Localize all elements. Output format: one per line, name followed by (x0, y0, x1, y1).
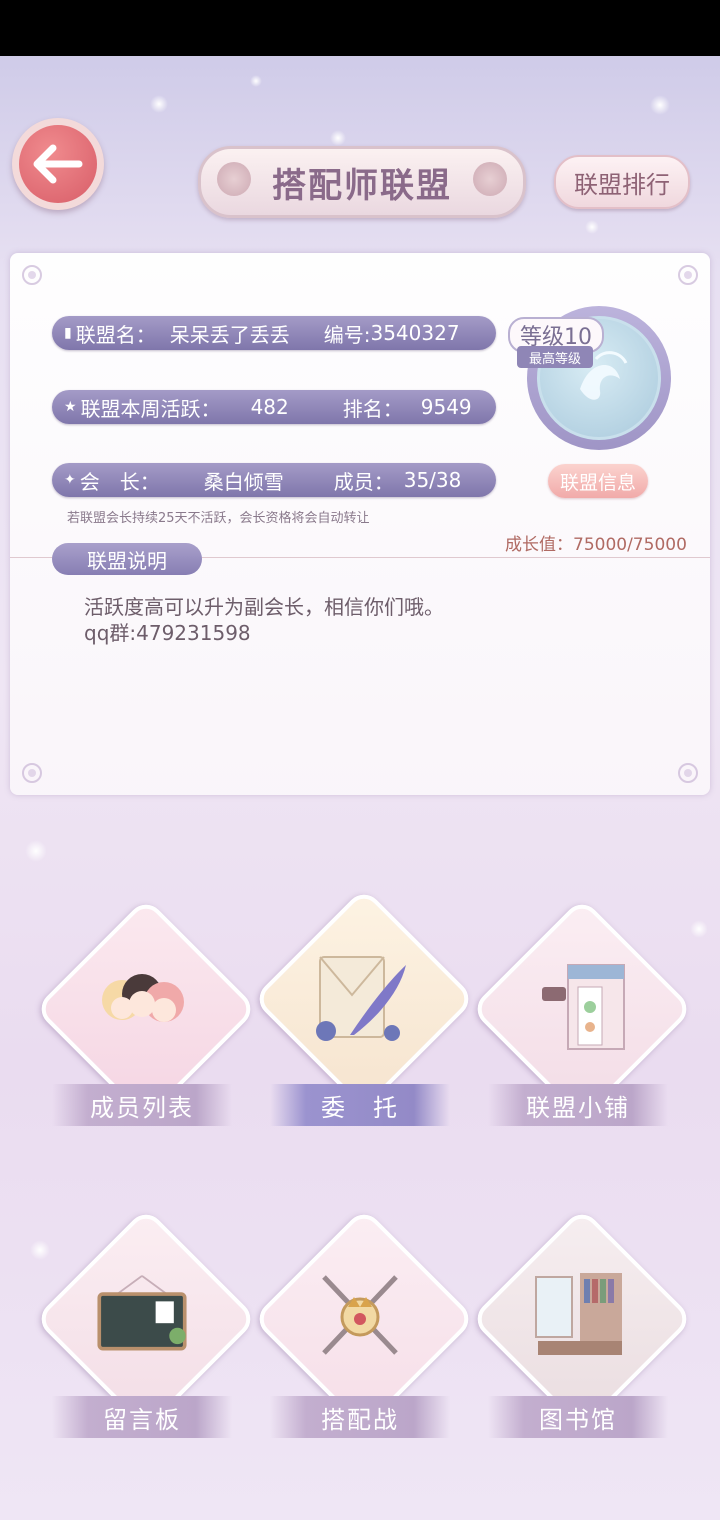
sparkle-decoration (30, 1240, 50, 1260)
max-level-tag: 最高等级 (517, 346, 593, 368)
status-bar (0, 0, 720, 56)
alliance-info-button[interactable]: 联盟信息 (548, 464, 648, 498)
floral-corner-icon (678, 763, 698, 783)
menu-message-board[interactable]: 留言板 (34, 1207, 258, 1442)
alliance-description: 活跃度高可以升为副会长，相信你们哦。 qq群:479231598 (84, 594, 444, 646)
weekly-activity-value: 482 (250, 395, 289, 419)
menu-label: 委 托 (270, 1084, 450, 1126)
menu-label: 搭配战 (270, 1396, 450, 1438)
page-title-banner: 搭配师联盟 (198, 146, 526, 218)
sparkle-decoration (690, 920, 708, 938)
rose-ornament-icon (217, 162, 251, 196)
menu-styling-battle[interactable]: 搭配战 (252, 1207, 476, 1442)
sparkle-decoration (250, 75, 262, 87)
crossed-swords-crest-icon (310, 1270, 410, 1360)
sparkle-decoration (25, 840, 47, 862)
leader-value: 桑白倾雪 (203, 469, 284, 494)
floral-corner-icon (22, 763, 42, 783)
library-icon (528, 1270, 628, 1360)
sparkle-decoration (650, 95, 670, 115)
members-label: 成员： (333, 469, 394, 494)
weekly-activity-label: 联盟本周活跃： (80, 396, 221, 421)
growth-value: 成长值：75000/75000 (505, 535, 687, 555)
members-value: 35/38 (403, 468, 462, 492)
menu-member-list[interactable]: 成员列表 (34, 897, 258, 1130)
alliance-name-row: ▮ 联盟名： 呆呆丢了丢丢 编号: 3540327 (52, 316, 496, 350)
sparkle-decoration (330, 130, 346, 146)
alliance-name-label: 联盟名： (75, 322, 156, 347)
members-illustration-icon (92, 960, 192, 1050)
description-line: qq群:479231598 (84, 621, 251, 645)
rank-value: 9549 (420, 395, 472, 419)
description-line: 活跃度高可以升为副会长，相信你们哦。 (84, 595, 444, 619)
menu-label: 成员列表 (52, 1084, 232, 1126)
menu-commission[interactable]: 委 托 (252, 887, 476, 1130)
rose-ornament-icon (473, 162, 507, 196)
alliance-id-value: 3540327 (370, 321, 460, 345)
sparkle-decoration (150, 95, 168, 113)
leader-label: 会 长： (79, 469, 160, 494)
leader-row: ✦ 会 长： 桑白倾雪 成员： 35/38 (52, 463, 496, 497)
envelope-quill-icon (310, 950, 410, 1041)
menu-alliance-shop[interactable]: 联盟小铺 (470, 897, 694, 1130)
star-icon: ★ (64, 399, 77, 415)
leader-transfer-note: 若联盟会长持续25天不活跃，会长资格将会自动转让 (67, 511, 370, 526)
sparkle-decoration (585, 220, 599, 234)
shop-icon (528, 960, 628, 1050)
menu-label: 联盟小铺 (488, 1084, 668, 1126)
page-title: 搭配师联盟 (272, 165, 452, 206)
menu-label: 留言板 (52, 1396, 232, 1438)
alliance-name-value: 呆呆丢了丢丢 (169, 322, 290, 347)
alliance-ranking-button[interactable]: 联盟排行 (554, 155, 690, 209)
chalkboard-icon (92, 1270, 192, 1360)
floral-corner-icon (678, 265, 698, 285)
bookmark-icon: ▮ (64, 325, 72, 341)
weekly-activity-row: ★ 联盟本周活跃： 482 排名： 9549 (52, 390, 496, 424)
menu-label: 图书馆 (488, 1396, 668, 1438)
floral-corner-icon (22, 265, 42, 285)
menu-library[interactable]: 图书馆 (470, 1207, 694, 1442)
sparkle-icon: ✦ (64, 472, 76, 488)
rank-label: 排名： (342, 396, 403, 421)
alliance-id-label: 编号: (323, 322, 371, 347)
description-tag: 联盟说明 (52, 543, 202, 575)
back-arrow-icon (19, 125, 97, 203)
back-button[interactable] (12, 118, 104, 210)
